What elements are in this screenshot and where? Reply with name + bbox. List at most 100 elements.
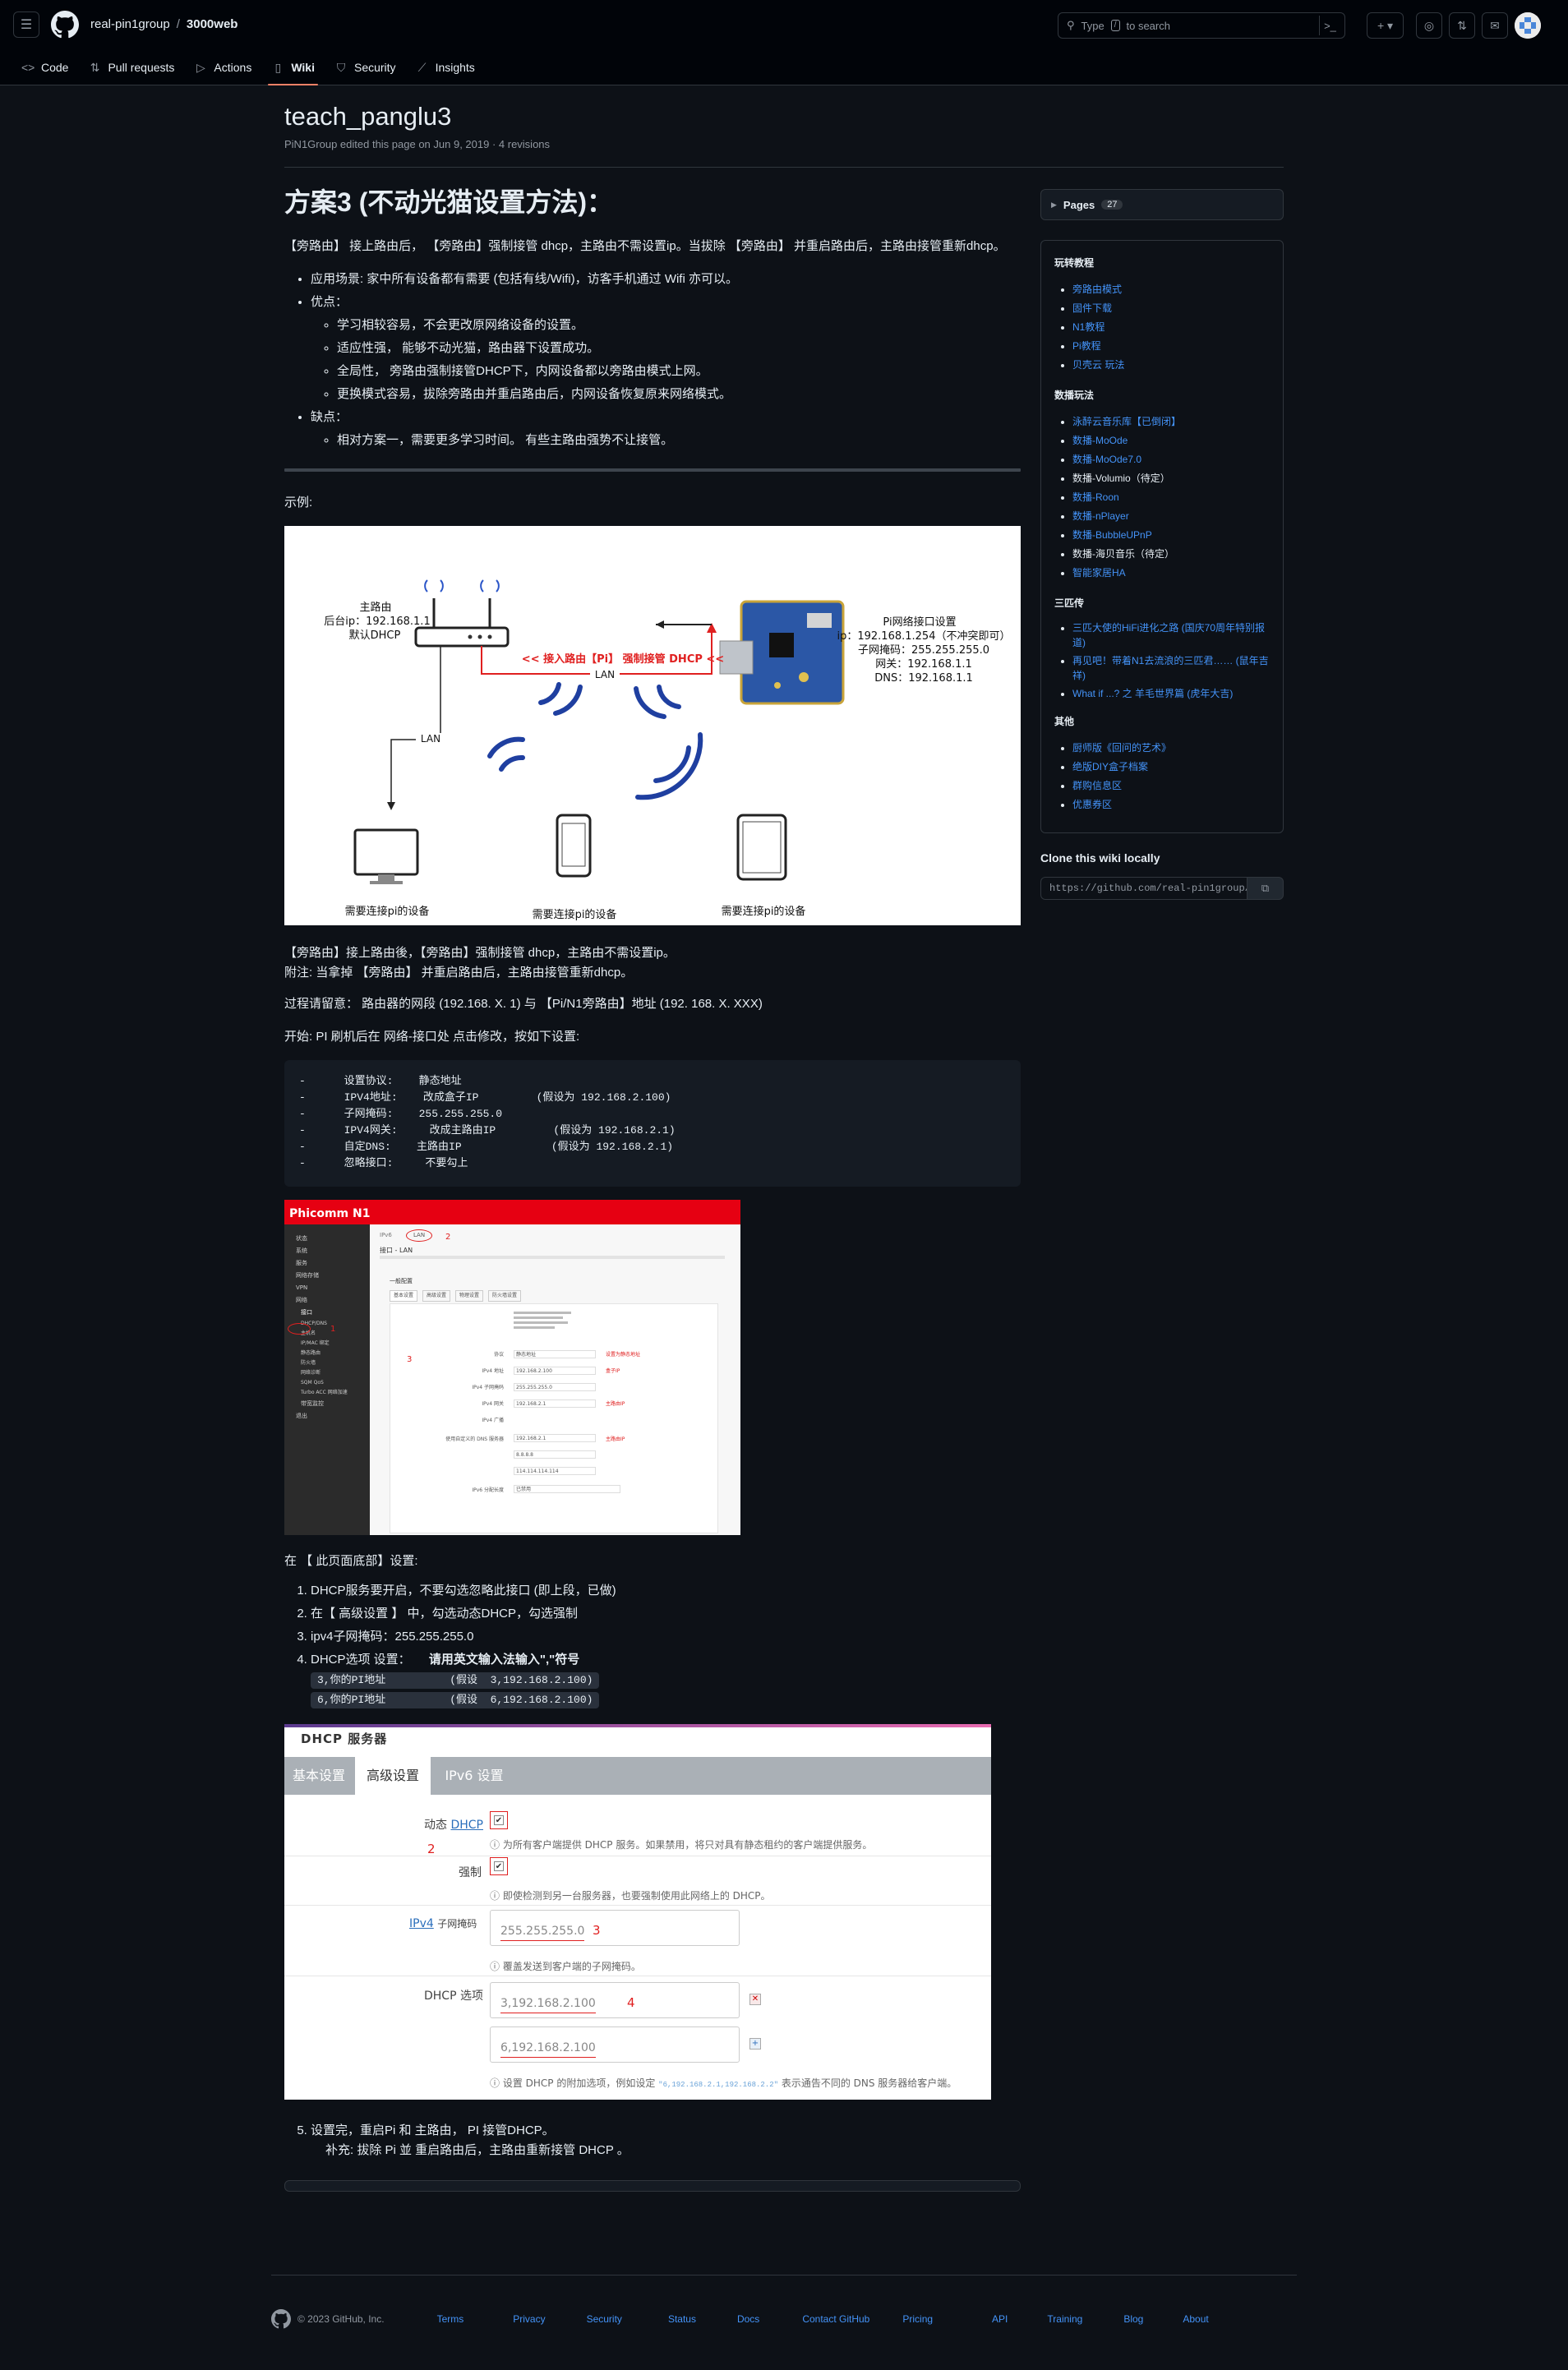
add-option-icon[interactable]: + xyxy=(749,2038,761,2050)
n1-subtab[interactable]: 高级设置 xyxy=(422,1290,451,1302)
tab-insights[interactable]: ⟋ Insights xyxy=(408,49,483,85)
github-logo-icon[interactable] xyxy=(51,11,79,39)
n1-menu-item[interactable]: 带宽监控 xyxy=(296,1398,348,1410)
force-checkbox[interactable]: ✔ xyxy=(494,1861,504,1871)
issues-button[interactable]: ◎ xyxy=(1416,12,1442,39)
footer-link[interactable]: Status xyxy=(668,2313,696,2325)
toc-link[interactable]: 贝壳云 玩法 xyxy=(1072,359,1124,371)
footer-link[interactable]: Pricing xyxy=(902,2313,933,2325)
footer-link[interactable]: Training xyxy=(1047,2313,1082,2325)
clone-url-input[interactable]: https://github.com/real-pin1group/3000we… xyxy=(1040,877,1247,900)
n1-menu-item[interactable]: 静态路由 xyxy=(296,1349,348,1358)
n1-menu-item[interactable]: SQM QoS xyxy=(296,1378,348,1388)
toc-link[interactable]: 数播-BubbleUPnP xyxy=(1072,529,1152,541)
tab-wiki[interactable]: ▯ Wiki xyxy=(263,49,323,85)
n1-menu-item[interactable]: 状态 xyxy=(296,1233,348,1245)
dhcp-tab-active[interactable]: 高级设置 xyxy=(355,1757,431,1795)
n1-menu-item[interactable]: 网络诊断 xyxy=(296,1368,348,1378)
toc-link[interactable]: 数播-MoOde7.0 xyxy=(1072,454,1141,465)
n1-menu-item[interactable]: 网络存储 xyxy=(296,1270,348,1282)
avatar[interactable] xyxy=(1515,12,1541,39)
n1-menu-item[interactable]: Turbo ACC 网络加速 xyxy=(296,1388,348,1398)
toc-link[interactable]: 绝版DIY盒子档案 xyxy=(1072,761,1148,772)
copy-url-button[interactable]: ⧉ xyxy=(1247,877,1284,900)
n1-subtab[interactable]: 防火墙设置 xyxy=(488,1290,522,1302)
footer-link[interactable]: Contact GitHub xyxy=(802,2313,869,2325)
n1-field[interactable]: 255.255.255.0 xyxy=(514,1383,596,1391)
toc-link[interactable]: 泳醉云音乐库【已倒闭】 xyxy=(1072,416,1181,427)
footer-link[interactable]: Docs xyxy=(737,2313,759,2325)
page-revision-info[interactable]: PiN1Group edited this page on Jun 9, 201… xyxy=(284,138,550,150)
toc-link[interactable]: 再见吧！带着N1去流浪的三匹君…… (鼠年吉祥) xyxy=(1072,655,1269,681)
book-icon: ▯ xyxy=(274,60,282,74)
toc-link[interactable]: 优惠券区 xyxy=(1072,799,1112,810)
ipv4-link[interactable]: IPv4 xyxy=(409,1917,434,1930)
footer-link[interactable]: API xyxy=(992,2313,1008,2325)
footer-link[interactable]: Security xyxy=(587,2313,622,2325)
dynamic-dhcp-checkbox[interactable]: ✔ xyxy=(494,1815,504,1825)
n1-menu-item[interactable]: 防火墙 xyxy=(296,1358,348,1368)
dhcp-tab[interactable]: IPv6 设置 xyxy=(431,1757,518,1795)
search-input[interactable]: ⚲ Type / to search xyxy=(1058,12,1345,39)
n1-menu-item[interactable]: 服务 xyxy=(296,1257,348,1270)
toc-link[interactable]: 数播-Roon xyxy=(1072,491,1119,503)
toc-link[interactable]: 智能家居HA xyxy=(1072,567,1126,579)
footer-link[interactable]: Terms xyxy=(437,2313,464,2325)
tab-pull-requests[interactable]: ⇅ Pull requests xyxy=(80,49,182,85)
toc-link[interactable]: N1教程 xyxy=(1072,321,1105,333)
options-help: 设置 DHCP 的附加选项，例如设定 xyxy=(502,2077,656,2089)
n1-field[interactable]: 8.8.8.8 xyxy=(514,1450,596,1459)
dhcp-option-input[interactable]: 3,192.168.2.100 4 xyxy=(490,1982,740,2018)
intro-paragraph: 【旁路由】 接上路由后， 【旁路由】强制接管 dhcp，主路由不需设置ip。当拔… xyxy=(284,239,1006,253)
toc-link[interactable]: 厨师版《回问的艺术》 xyxy=(1072,742,1171,754)
toc-link[interactable]: 三匹大使的HiFi进化之路 (国庆70周年特别报道) xyxy=(1072,622,1265,648)
github-mark-icon[interactable] xyxy=(271,2309,291,2329)
pi-mask-label: 子网掩码：255.255.255.0 xyxy=(857,644,990,657)
n1-menu-item[interactable]: 网络 xyxy=(296,1294,348,1307)
n1-field[interactable]: 192.168.2.1 xyxy=(514,1399,596,1408)
repo-link[interactable]: 3000web xyxy=(187,17,238,31)
toc-link[interactable]: 固件下载 xyxy=(1072,302,1112,314)
tab-actions[interactable]: ▷ Actions xyxy=(186,49,260,85)
n1-field[interactable]: 静态地址 xyxy=(514,1350,596,1358)
n1-subtab[interactable]: 基本设置 xyxy=(390,1290,418,1302)
hamburger-menu-button[interactable]: ☰ xyxy=(13,12,39,38)
tab-code[interactable]: <> Code xyxy=(13,49,76,85)
footer-link[interactable]: Privacy xyxy=(513,2313,545,2325)
notifications-button[interactable]: ✉ xyxy=(1482,12,1508,39)
n1-menu-item[interactable]: 接口 xyxy=(296,1307,348,1319)
toc-link[interactable]: 旁路由模式 xyxy=(1072,284,1122,295)
n1-select[interactable]: 已禁用 xyxy=(514,1485,620,1493)
toc-link[interactable]: 数播-nPlayer xyxy=(1072,510,1129,522)
n1-menu-item[interactable]: 系统 xyxy=(296,1245,348,1257)
force-help: 即使检测到另一台服务器，也要强制使用此网络上的 DHCP。 xyxy=(502,1890,771,1902)
n1-menu-item[interactable]: 退出 xyxy=(296,1410,348,1422)
n1-field[interactable]: 192.168.2.100 xyxy=(514,1367,596,1375)
footer-link[interactable]: Blog xyxy=(1123,2313,1143,2325)
caret-right-icon: ▶ xyxy=(1051,200,1057,209)
dhcp-tab[interactable]: 基本设置 xyxy=(284,1757,353,1795)
n1-subtab[interactable]: 物理设置 xyxy=(455,1290,484,1302)
toc-link[interactable]: Pi教程 xyxy=(1072,340,1101,352)
pull-requests-button[interactable]: ⇅ xyxy=(1449,12,1475,39)
dhcp-option-input[interactable]: 6,192.168.2.100 xyxy=(490,2026,740,2063)
n1-menu-item[interactable]: IP/MAC 绑定 xyxy=(296,1339,348,1349)
feature-list: 应用场景: 家中所有设备都有需要 (包括有线/Wifi)，访客手机通过 Wifi… xyxy=(284,270,1021,450)
command-palette-button[interactable]: >_ xyxy=(1319,16,1340,35)
owner-link[interactable]: real-pin1group xyxy=(90,17,170,31)
tab-security[interactable]: ⛉ Security xyxy=(326,49,404,85)
subnet-mask-input[interactable]: 255.255.255.0 3 xyxy=(490,1910,740,1946)
toc-group-title: 三匹传 xyxy=(1054,597,1085,609)
create-new-button[interactable]: + ▾ xyxy=(1367,12,1404,39)
n1-field[interactable]: 114.114.114.114 xyxy=(514,1467,596,1475)
dynamic-dhcp-link[interactable]: DHCP xyxy=(450,1819,483,1832)
diagram-caption: 【旁路由】接上路由後，【旁路由】强制接管 dhcp，主路由不需设置ip。 附注:… xyxy=(284,943,1021,983)
n1-field[interactable]: 192.168.2.1 xyxy=(514,1434,596,1442)
footer-link[interactable]: About xyxy=(1183,2313,1208,2325)
toc-link[interactable]: What if ...? 之 羊毛世界篇 (虎年大吉) xyxy=(1072,688,1233,699)
remove-option-icon[interactable]: ✕ xyxy=(749,1994,761,2005)
toc-link[interactable]: 群购信息区 xyxy=(1072,780,1122,791)
toc-link[interactable]: 数播-MoOde xyxy=(1072,435,1128,446)
pages-toggle[interactable]: ▶ Pages 27 xyxy=(1040,189,1284,220)
n1-menu-item[interactable]: VPN xyxy=(296,1282,348,1294)
